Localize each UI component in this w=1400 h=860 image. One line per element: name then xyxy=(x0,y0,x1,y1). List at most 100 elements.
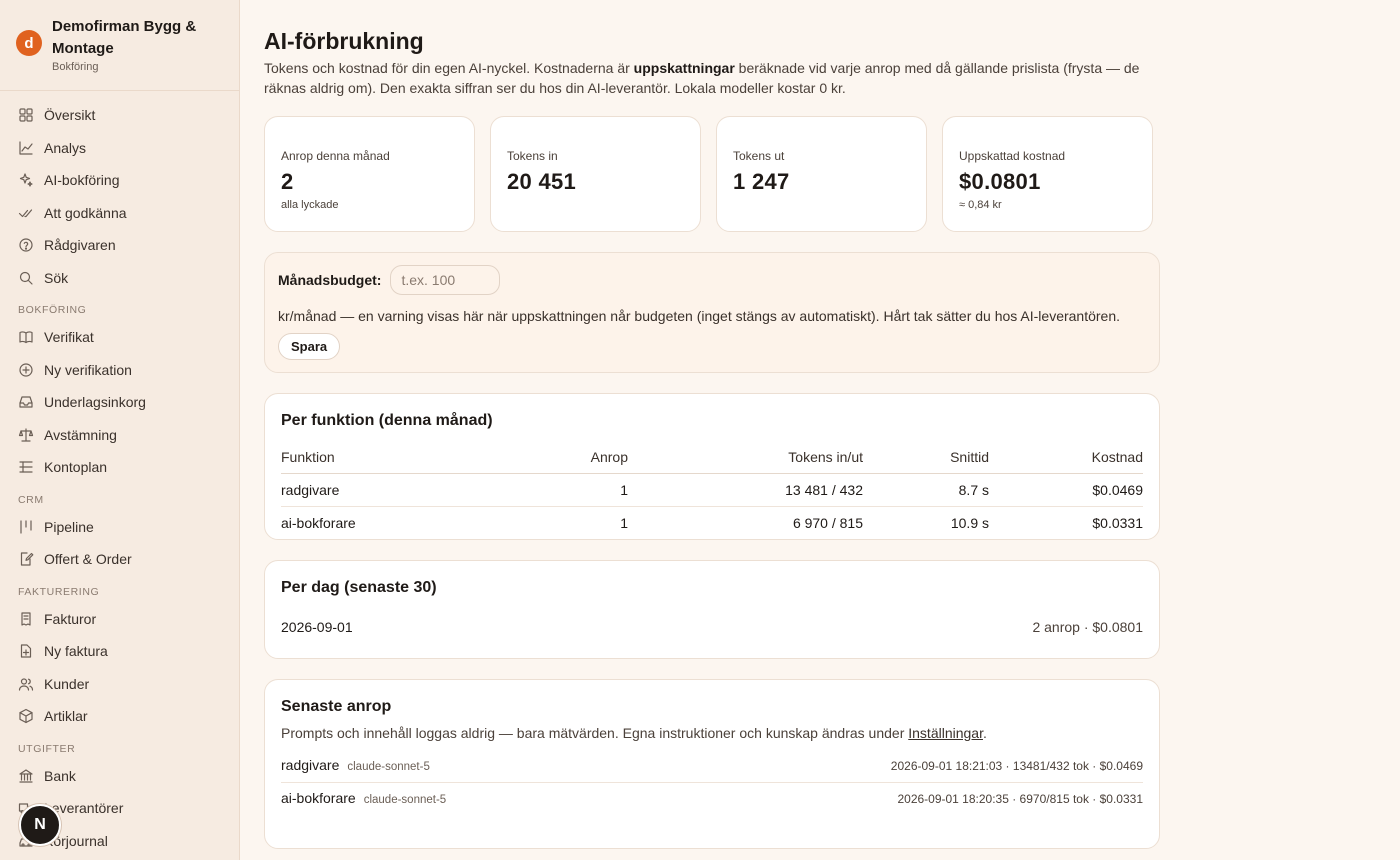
sidebar-item-underlagsinkorg[interactable]: Underlagsinkorg xyxy=(0,386,239,419)
stat-sub: ≈ 0,84 kr xyxy=(959,199,1002,211)
day-row: 2026-09-01 2 anrop · $0.0801 xyxy=(281,619,1143,658)
cell-cost: $0.0469 xyxy=(989,473,1143,507)
sidebar-item-bank[interactable]: Bank xyxy=(0,760,239,793)
stat-value: $0.0801 xyxy=(959,169,1041,194)
sidebar-item-pipeline[interactable]: Pipeline xyxy=(0,511,239,544)
sidebar-item-label: Rådgivaren xyxy=(44,237,116,254)
double-check-icon xyxy=(18,205,34,221)
recent-call-row: ai-bokforare claude-sonnet-5 2026-09-01 1… xyxy=(281,783,1143,815)
grid-icon xyxy=(18,107,34,123)
invoice-icon xyxy=(18,611,34,627)
page-title: AI-förbrukning xyxy=(264,28,424,54)
recent-meta: 2026-09-01 18:20:35 · 6970/815 tok · $0.… xyxy=(897,792,1143,806)
stat-value: 1 247 xyxy=(733,169,790,194)
budget-input[interactable] xyxy=(390,265,501,295)
sidebar-item-label: AI-bokföring xyxy=(44,172,120,189)
stat-card-calls: Anrop denna månad 2 alla lyckade xyxy=(264,116,475,232)
sidebar-item-label: Översikt xyxy=(44,107,96,124)
col-header-cost: Kostnad xyxy=(989,449,1143,474)
sidebar-item-fakturor[interactable]: Fakturor xyxy=(0,603,239,636)
table-row: ai-bokforare 1 6 970 / 815 10.9 s $0.033… xyxy=(281,507,1143,540)
sidebar-section-heading: CRM xyxy=(18,493,44,506)
settings-link[interactable]: Inställningar xyxy=(908,725,983,741)
sidebar-item-offert-order[interactable]: Offert & Order xyxy=(0,543,239,576)
recent-call-row: radgivare claude-sonnet-5 2026-09-01 18:2… xyxy=(281,750,1143,783)
recent-desc-end: . xyxy=(982,725,987,741)
sidebar-item-label: Att godkänna xyxy=(44,204,127,221)
cell-avg-time: 8.7 s xyxy=(863,473,989,507)
document-edit-icon xyxy=(18,551,34,567)
recent-meta: 2026-09-01 18:21:03 · 13481/432 tok · $0… xyxy=(890,759,1143,773)
sidebar-section-heading: BOKFÖRING xyxy=(18,304,87,316)
package-icon xyxy=(18,708,34,724)
chart-line-icon xyxy=(18,140,34,156)
sidebar-item-översikt[interactable]: Översikt xyxy=(0,99,239,132)
company-subtitle: Bokföring xyxy=(52,61,99,73)
sidebar-item-ai-bokföring[interactable]: AI-bokföring xyxy=(0,164,239,197)
sidebar-item-label: Underlagsinkorg xyxy=(44,394,146,411)
user-avatar[interactable]: N xyxy=(19,804,61,846)
sidebar-item-rådgivaren[interactable]: Rådgivaren xyxy=(0,229,239,262)
sidebar-item-label: Offert & Order xyxy=(44,551,132,568)
sidebar: d Demofirman Bygg & Montage Bokföring Öv… xyxy=(0,0,240,860)
stat-label: Tokens ut xyxy=(733,149,785,163)
sidebar-item-label: Verifikat xyxy=(44,329,94,346)
stat-value: 2 xyxy=(281,169,294,194)
card-title: Per funktion (denna månad) xyxy=(281,412,493,429)
sidebar-item-label: Analys xyxy=(44,139,87,156)
day-date: 2026-09-01 xyxy=(281,619,353,635)
stat-cards: Anrop denna månad 2 alla lyckade Tokens … xyxy=(264,116,1160,232)
scale-icon xyxy=(18,427,34,443)
stat-sub: alla lyckade xyxy=(281,199,339,211)
recent-function: radgivare xyxy=(281,757,340,773)
sidebar-item-label: Sök xyxy=(44,269,69,286)
cell-tokens: 13 481 / 432 xyxy=(628,473,863,507)
file-plus-icon xyxy=(18,643,34,659)
recent-desc-text: Prompts och innehåll loggas aldrig — bar… xyxy=(281,725,909,741)
budget-panel: Månadsbudget: kr/månad — en varning visa… xyxy=(264,252,1160,373)
stat-card-tokens-out: Tokens ut 1 247 xyxy=(716,116,927,232)
sidebar-item-artiklar[interactable]: Artiklar xyxy=(0,700,239,733)
desc-text: Tokens och kostnad för din egen AI-nycke… xyxy=(264,60,634,76)
col-header-function: Funktion xyxy=(281,449,521,474)
sidebar-section-heading: UTGIFTER xyxy=(18,742,76,755)
sidebar-item-kunder[interactable]: Kunder xyxy=(0,668,239,701)
brand[interactable]: d Demofirman Bygg & Montage Bokföring xyxy=(0,0,239,91)
company-name: Demofirman Bygg & Montage xyxy=(52,18,197,57)
stat-label: Tokens in xyxy=(507,149,558,163)
save-button[interactable]: Spara xyxy=(278,333,341,360)
table-row: radgivare 1 13 481 / 432 8.7 s $0.0469 xyxy=(281,473,1143,507)
book-icon xyxy=(18,329,34,345)
sidebar-item-analys[interactable]: Analys xyxy=(0,132,239,165)
stat-label: Uppskattad kostnad xyxy=(959,149,1066,163)
sidebar-item-label: Fakturor xyxy=(44,610,97,627)
sidebar-item-verifikat[interactable]: Verifikat xyxy=(0,321,239,354)
sidebar-nav: Översikt Analys AI-bokföring Att godkänna Rå… xyxy=(0,91,239,857)
card-title: Per dag (senaste 30) xyxy=(281,579,437,596)
per-function-card: Per funktion (denna månad) Funktion Anro… xyxy=(264,393,1160,540)
company-logo: d xyxy=(16,30,42,56)
main-content: AI-förbrukning Tokens och kostnad för di… xyxy=(264,0,1160,849)
cell-tokens: 6 970 / 815 xyxy=(792,515,863,531)
plus-circle-icon xyxy=(18,362,34,378)
budget-note: kr/månad — en varning visas här när upps… xyxy=(278,308,1121,324)
stat-label: Anrop denna månad xyxy=(281,149,390,163)
per-function-table: Funktion Anrop Tokens in/ut Snittid Kost… xyxy=(281,449,1143,539)
budget-label: Månadsbudget: xyxy=(278,272,382,288)
sidebar-item-att-godkänna[interactable]: Att godkänna xyxy=(0,197,239,230)
search-icon xyxy=(18,270,34,286)
sidebar-item-kontoplan[interactable]: Kontoplan xyxy=(0,451,239,484)
inbox-icon xyxy=(18,394,34,410)
sidebar-item-label: Avstämning xyxy=(44,426,117,443)
sidebar-item-ny-verifikation[interactable]: Ny verifikation xyxy=(0,354,239,387)
page-description: Tokens och kostnad för din egen AI-nycke… xyxy=(264,58,1164,98)
sidebar-item-avstämning[interactable]: Avstämning xyxy=(0,419,239,452)
cell-cost: $0.0331 xyxy=(1092,515,1143,531)
sparkle-icon xyxy=(18,172,34,188)
cell-function: ai-bokforare xyxy=(281,515,356,531)
recent-model: claude-sonnet-5 xyxy=(363,794,447,806)
sidebar-item-ny-faktura[interactable]: Ny faktura xyxy=(0,635,239,668)
sidebar-item-sök[interactable]: Sök xyxy=(0,262,239,295)
recent-calls-card: Senaste anrop Prompts och innehåll logga… xyxy=(264,679,1160,849)
stat-value: 20 451 xyxy=(507,169,577,194)
